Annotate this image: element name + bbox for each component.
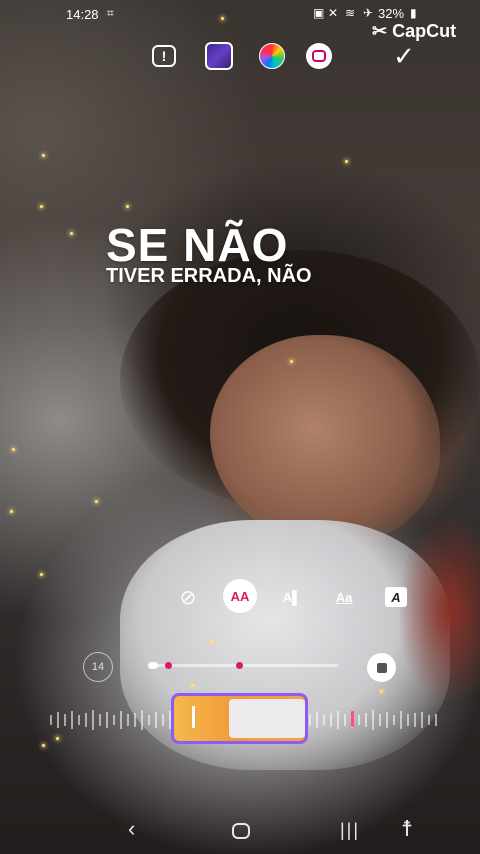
timeline-tick [92, 710, 94, 730]
battery-icon: ▮ [410, 6, 417, 20]
timeline-tick [141, 710, 143, 730]
timeline-tick [344, 714, 346, 726]
slider-marker [236, 662, 243, 669]
text-style-cursor-label: A▌ [282, 589, 302, 605]
timeline-tick [421, 712, 423, 728]
timeline-tick [148, 715, 150, 725]
timeline-tick [316, 712, 318, 728]
sticker-button[interactable] [305, 42, 333, 70]
timeline-tick [99, 714, 101, 726]
timeline-tick [386, 712, 388, 728]
timeline-tick [162, 714, 164, 726]
size-slider-track[interactable] [148, 662, 338, 669]
timeline-tick [330, 713, 332, 727]
timeline-clip[interactable] [229, 699, 305, 738]
mute-icon: ✕ [328, 6, 339, 20]
capcut-text: CapCut [392, 21, 457, 41]
timeline-tick [78, 715, 80, 725]
timeline-tick [428, 715, 430, 725]
text-style-highlight-button[interactable]: AA [223, 579, 257, 613]
text-style-none-button[interactable]: ⊘ [174, 581, 202, 613]
airplane-icon: ✈ [363, 6, 374, 20]
battery-saver-icon: ▣ [313, 6, 325, 20]
status-time: 14:28 [66, 7, 99, 22]
stop-button[interactable] [367, 653, 396, 682]
color-picker-button[interactable] [258, 42, 286, 70]
battery-percent: 32% [378, 6, 405, 21]
background-style-icon [205, 42, 233, 70]
timeline-selection-frame[interactable] [171, 693, 308, 744]
timeline-tick [372, 710, 374, 730]
text-style-underline-label: Aa [335, 589, 353, 605]
timeline-tick [400, 711, 402, 729]
timeline-tick [127, 714, 129, 726]
timeline-tick [106, 712, 108, 728]
size-slider-knob[interactable] [148, 662, 158, 669]
background-style-button[interactable] [205, 42, 233, 70]
screenshot-icon: ⌗ [107, 6, 114, 20]
text-size-indicator[interactable]: 14 [83, 652, 113, 682]
text-style-underline-button[interactable]: Aa [330, 581, 358, 613]
wifi-icon: ≋ [345, 6, 356, 20]
accessibility-button[interactable]: ☨ [401, 816, 413, 842]
timeline-tick [113, 715, 115, 725]
timeline-tick [155, 712, 157, 728]
stop-icon [376, 662, 387, 673]
timeline-tick [85, 713, 87, 727]
timeline-tick [379, 714, 381, 726]
timeline-tick [358, 715, 360, 725]
timeline-tick [309, 714, 311, 726]
timeline-tick [71, 711, 73, 729]
nav-home-button[interactable] [232, 823, 250, 839]
nav-back-button[interactable]: ‹ [128, 816, 135, 842]
timeline-tick [323, 715, 325, 725]
timeline-marker [351, 711, 354, 727]
caption-line-1[interactable]: SE NÃO [106, 218, 288, 272]
timeline-tick [407, 714, 409, 726]
timeline-tick [393, 715, 395, 725]
no-style-icon: ⊘ [179, 586, 197, 609]
capcut-watermark: ✂ CapCut [372, 21, 456, 42]
text-style-cursor-button[interactable]: A▌ [278, 581, 306, 613]
text-size-value: 14 [91, 661, 105, 673]
nav-recent-apps-button[interactable]: ||| [340, 820, 360, 841]
text-style-box-button[interactable]: A [385, 587, 407, 607]
timeline-tick [64, 714, 66, 726]
color-wheel-icon [259, 43, 285, 69]
timeline-playhead[interactable] [192, 706, 195, 728]
text-style-highlight-label: AA [230, 588, 250, 604]
timeline-tick [414, 713, 416, 727]
capcut-logo-icon: ✂ [372, 21, 388, 41]
timeline-tick [120, 711, 122, 729]
confirm-check-icon: ✓ [393, 41, 415, 71]
confirm-button[interactable]: ✓ [390, 42, 418, 70]
timeline-tick [57, 712, 59, 728]
timeline-tick [435, 714, 437, 726]
timeline-tick [337, 711, 339, 729]
timeline-tick [365, 713, 367, 727]
text-style-box-label: A [391, 589, 401, 605]
caption-line-2[interactable]: TIVER ERRADA, NÃO [106, 265, 312, 288]
sticker-icon [306, 43, 332, 69]
alert-button[interactable]: ! [150, 42, 178, 70]
slider-marker [165, 662, 172, 669]
timeline-tick [134, 713, 136, 727]
alert-icon: ! [152, 45, 176, 67]
timeline-tick [50, 715, 52, 725]
